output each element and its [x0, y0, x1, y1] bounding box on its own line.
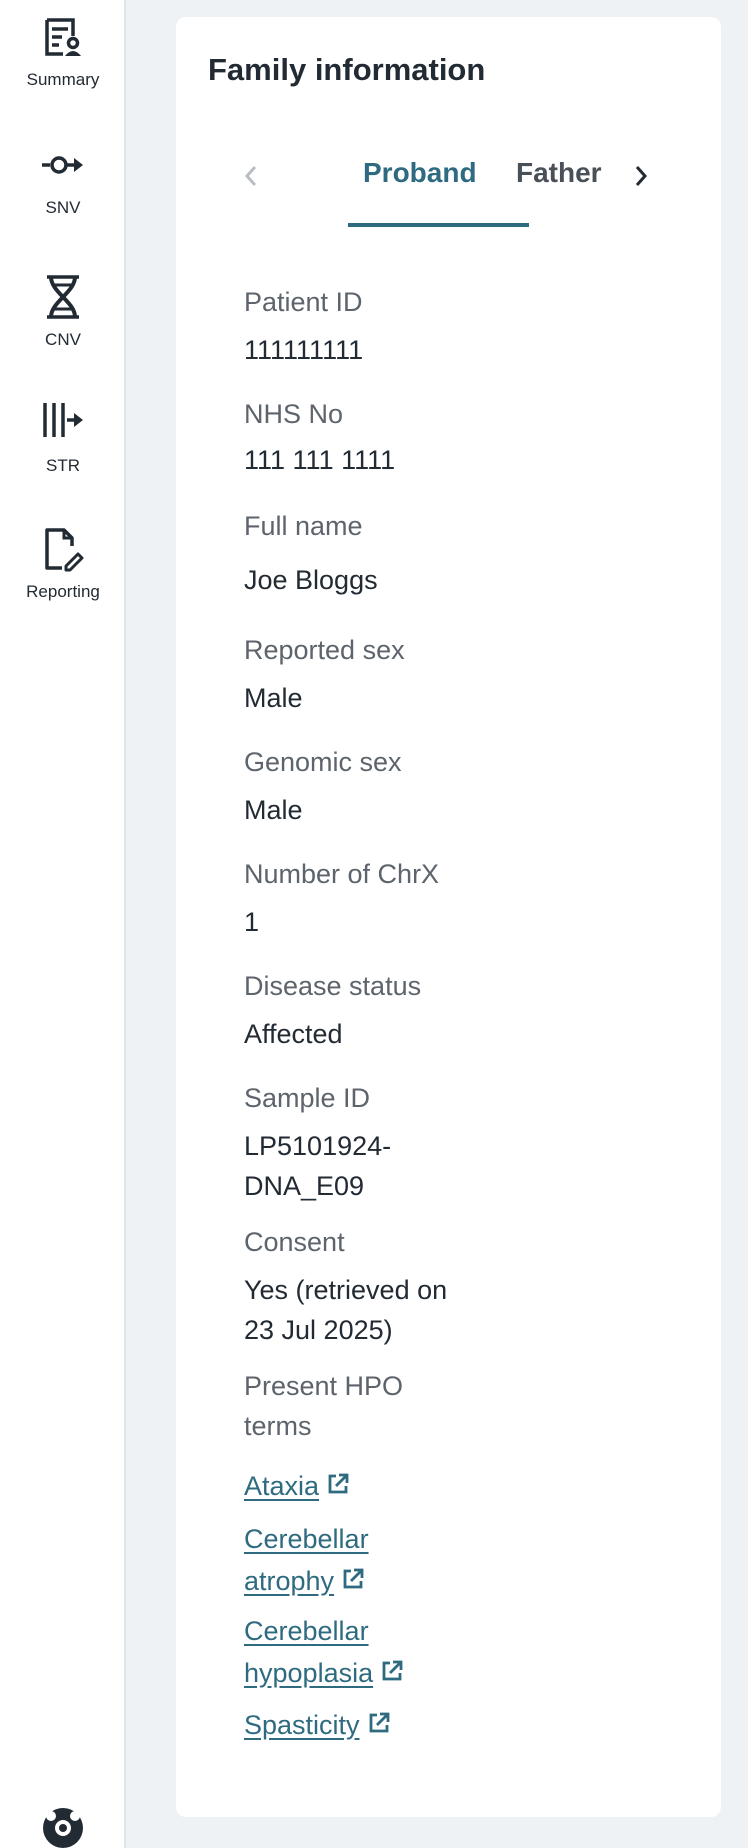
tabs-next-button[interactable]: [626, 161, 656, 191]
nav-item-cnv[interactable]: CNV: [0, 274, 126, 350]
nav-label: SNV: [45, 198, 81, 217]
tab-proband[interactable]: Proband: [363, 157, 477, 189]
hpo-term-text[interactable]: Cerebellar: [244, 1524, 369, 1554]
field-label: Present HPO: [244, 1371, 404, 1401]
field-full-name: Full name Joe Bloggs: [244, 506, 504, 600]
nav-item-summary[interactable]: Summary: [0, 16, 126, 90]
external-link-icon: [366, 1706, 392, 1748]
nav-label: Reporting: [26, 582, 100, 601]
help-lifebuoy-icon: [43, 1808, 83, 1848]
nav-item-reporting[interactable]: Reporting: [0, 526, 126, 602]
nav-label: STR: [46, 456, 80, 475]
snv-icon: [42, 156, 83, 174]
field-label: Disease status: [244, 971, 422, 1001]
field-value: Joe Bloggs: [244, 565, 378, 595]
field-label: Reported sex: [244, 635, 405, 665]
family-member-tabs: Proband Father: [236, 137, 656, 229]
field-label: Full name: [244, 511, 363, 541]
external-link-icon: [379, 1654, 405, 1696]
field-label: Patient ID: [244, 287, 363, 317]
field-label: Number of ChrX: [244, 859, 440, 889]
field-label: terms: [244, 1411, 312, 1441]
field-present-hpo-terms: Present HPO terms: [244, 1366, 504, 1446]
hpo-term-text[interactable]: Spasticity: [244, 1710, 360, 1740]
field-value: LP5101924-: [244, 1131, 392, 1161]
summary-icon: [45, 18, 81, 56]
field-value: Yes (retrieved on: [244, 1275, 448, 1305]
field-genomic-sex: Genomic sex Male: [244, 742, 504, 830]
field-value: 111 111 1111: [244, 445, 396, 475]
field-patient-id: Patient ID 111111111: [244, 282, 504, 370]
family-information-card: Family information Proband Father Patien…: [176, 17, 721, 1817]
field-sample-id: Sample ID LP5101924- DNA_E09: [244, 1078, 504, 1206]
card-title: Family information: [208, 52, 486, 87]
field-value: Male: [244, 795, 303, 825]
field-disease-status: Disease status Affected: [244, 966, 504, 1054]
active-tab-indicator: [348, 223, 529, 227]
field-consent: Consent Yes (retrieved on 23 Jul 2025): [244, 1222, 504, 1350]
report-edit-icon: [45, 528, 84, 572]
field-label: Genomic sex: [244, 747, 402, 777]
field-label: Consent: [244, 1227, 345, 1257]
hpo-term-link[interactable]: Cerebellar hypoplasia: [244, 1610, 504, 1696]
hpo-term-link[interactable]: Spasticity: [244, 1704, 504, 1748]
nav-item-snv[interactable]: SNV: [0, 150, 126, 218]
tab-father[interactable]: Father: [516, 157, 602, 189]
hpo-term-link[interactable]: Cerebellar atrophy: [244, 1518, 504, 1604]
field-value: DNA_E09: [244, 1171, 365, 1201]
hpo-term-text[interactable]: hypoplasia: [244, 1658, 373, 1688]
field-value: Male: [244, 683, 303, 713]
dna-icon: [47, 275, 79, 319]
nav-label: Summary: [26, 70, 100, 89]
chevron-left-icon: [244, 166, 257, 186]
tabs-prev-button[interactable]: [236, 161, 266, 191]
field-number-of-chrx: Number of ChrX 1: [244, 854, 504, 942]
hpo-term-text[interactable]: Ataxia: [244, 1471, 319, 1501]
sidebar: Summary SNV CNV STR Reporting: [0, 0, 126, 1848]
hpo-term-text[interactable]: atrophy: [244, 1566, 334, 1596]
field-value: 111111111: [244, 335, 364, 365]
help-button[interactable]: [41, 1806, 85, 1848]
field-nhs-no: NHS No 111 111 1111: [244, 394, 504, 480]
field-reported-sex: Reported sex Male: [244, 630, 504, 718]
nav-item-str[interactable]: STR: [0, 400, 126, 476]
field-value: 1: [244, 907, 260, 937]
external-link-icon: [340, 1562, 366, 1604]
field-value: Affected: [244, 1019, 343, 1049]
chevron-right-icon: [635, 166, 648, 186]
hpo-term-text[interactable]: Cerebellar: [244, 1616, 369, 1646]
field-label: NHS No: [244, 399, 344, 429]
external-link-icon: [325, 1467, 351, 1509]
str-icon: [43, 403, 83, 437]
hpo-term-link[interactable]: Ataxia: [244, 1465, 504, 1509]
nav-label: CNV: [45, 330, 81, 349]
field-label: Sample ID: [244, 1083, 371, 1113]
field-value: 23 Jul 2025): [244, 1315, 393, 1345]
